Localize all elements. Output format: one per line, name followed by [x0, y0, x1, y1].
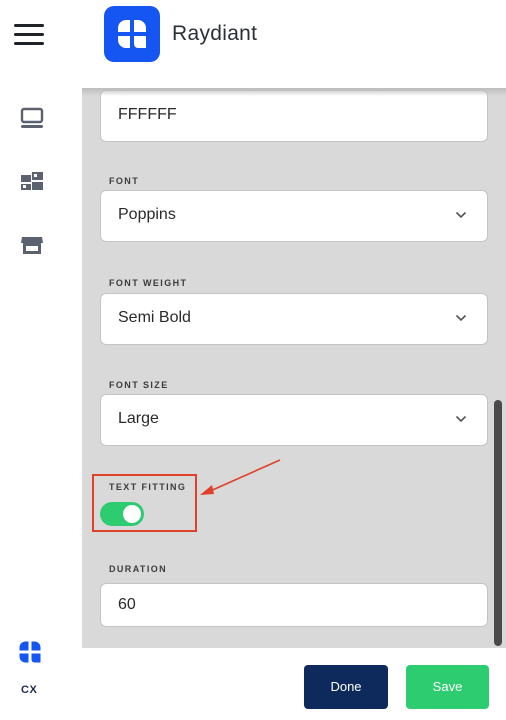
color-value: FFFFFF — [118, 106, 177, 123]
app-header: Raydiant — [0, 0, 506, 88]
media-library-icon[interactable] — [19, 170, 45, 196]
annotation-highlight-box — [92, 474, 197, 532]
font-size-value: Large — [118, 410, 159, 427]
account-label[interactable]: CX — [21, 684, 37, 696]
annotation-arrow-icon — [200, 459, 281, 495]
panel-scrollbar[interactable] — [494, 400, 502, 646]
font-select[interactable]: Poppins — [100, 190, 488, 242]
monitor-icon[interactable] — [19, 106, 45, 132]
account-logo-icon[interactable] — [18, 640, 42, 669]
panel-top-shadow — [82, 88, 506, 96]
duration-label: DURATION — [109, 564, 168, 574]
raydiant-logo — [104, 6, 160, 62]
sidebar: CX — [0, 88, 82, 720]
chevron-down-icon — [455, 415, 467, 423]
chevron-down-icon — [455, 211, 467, 219]
done-button[interactable]: Done — [304, 665, 388, 709]
font-weight-value: Semi Bold — [118, 309, 191, 326]
font-weight-label: FONT WEIGHT — [109, 278, 188, 288]
duration-value: 60 — [118, 596, 136, 613]
settings-panel: FFFFFF FONT Poppins FONT WEIGHT Semi Bol… — [82, 88, 506, 648]
duration-input[interactable]: 60 — [100, 583, 488, 627]
action-footer: Done Save — [82, 648, 506, 720]
hamburger-menu-icon[interactable] — [14, 24, 44, 46]
color-input[interactable]: FFFFFF — [100, 90, 488, 142]
font-size-select[interactable]: Large — [100, 394, 488, 446]
brand-name: Raydiant — [172, 22, 258, 45]
store-icon[interactable] — [19, 234, 45, 260]
save-button[interactable]: Save — [406, 665, 489, 709]
font-value: Poppins — [118, 206, 176, 223]
chevron-down-icon — [455, 314, 467, 322]
font-weight-select[interactable]: Semi Bold — [100, 293, 488, 345]
font-label: FONT — [109, 176, 140, 186]
font-size-label: FONT SIZE — [109, 380, 169, 390]
